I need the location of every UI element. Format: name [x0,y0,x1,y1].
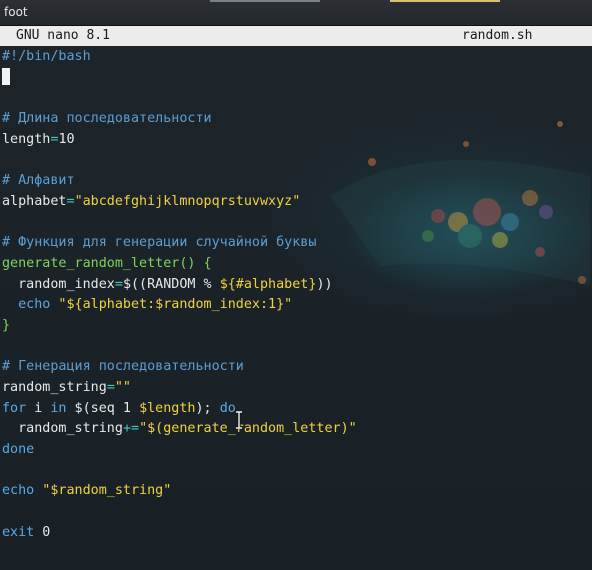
editor-text-area[interactable]: #!/bin/bash # Длина последовательности len… [2,47,590,544]
code-token: random_index [2,276,115,292]
code-token: = [114,276,123,292]
code-token: length [2,131,51,147]
nano-title-bar: GNU nano 8.1 random.sh [0,26,592,46]
code-token: generate_random_letter() { [2,255,212,271]
code-line: done [2,440,590,461]
code-token: ${#alphabet} [219,276,317,292]
code-token: = [66,193,75,209]
code-token: i [26,400,51,416]
window-title: foot [4,5,28,19]
code-line: random_index=$((RANDOM % ${#alphabet})) [2,275,590,296]
code-token: 10 [58,131,75,147]
code-token: done [2,442,35,458]
code-line: random_string+="$(generate_random_letter… [2,419,590,440]
code-token: random_string [2,380,107,395]
code-token: "${alphabet:$random_index:1}" [50,297,293,313]
window-titlebar[interactable]: foot [0,0,592,26]
code-line: # Длина последовательности [2,109,590,130]
code-token: # Функция для генерации случайной буквы [2,235,317,251]
code-line: random_string="" [2,378,590,399]
code-token: echo [18,297,51,313]
code-token: # Алфавит [2,173,75,189]
code-token: = [106,380,115,395]
code-line: # Функция для генерации случайной буквы [2,233,590,254]
code-line: echo "${alphabet:$random_index:1}" [2,295,590,316]
code-token: #!/bin/bash [2,49,91,64]
terminal-window[interactable]: GNU nano 8.1 random.sh #!/bin/bash # Длин… [0,26,592,570]
code-token: for [2,400,27,416]
code-token: in [50,400,67,416]
code-token: $((RANDOM % [122,276,220,292]
code-token: alphabet [2,193,67,209]
code-token: "$random_string" [34,483,172,499]
code-token: ); [195,400,220,416]
code-token: += [122,421,140,437]
code-token: $(seq 1 [66,400,140,416]
code-line: exit 0 [2,523,590,544]
code-line [2,67,590,89]
taskbar-indicator-active [390,0,500,2]
nano-version-label: GNU nano 8.1 [16,28,110,43]
taskbar-indicator [210,0,320,2]
code-token: # Генерация последовательности [2,359,244,375]
code-token: "$(generate_random_letter)" [139,421,357,437]
code-line: echo "$random_string" [2,481,590,502]
code-line: length=10 [2,130,590,151]
code-token: random_string [2,421,123,437]
code-token: } [2,317,11,333]
code-token: "abcdefghijklmnopqrstuvwxyz" [74,193,301,209]
code-line: for i in $(seq 1 $length); do [2,399,590,420]
code-line: generate_random_letter() { [2,254,590,275]
code-line: #!/bin/bash [2,47,590,68]
code-token: 0 [34,524,51,540]
code-token: # Длина последовательности [2,111,212,127]
code-token: exit [2,524,35,540]
code-token: "" [114,380,131,395]
code-token: do [219,400,236,416]
code-line: # Генерация последовательности [2,357,590,378]
code-line: } [2,316,590,337]
code-line: # Алфавит [2,171,590,192]
code-token: echo [2,483,35,499]
nano-filename: random.sh [462,28,533,43]
code-token: )) [316,276,333,292]
text-cursor [2,67,10,85]
code-token: $length [139,400,196,416]
code-line: alphabet="abcdefghijklmnopqrstuvwxyz" [2,192,590,213]
text-cursor-ibeam-icon [236,411,242,429]
